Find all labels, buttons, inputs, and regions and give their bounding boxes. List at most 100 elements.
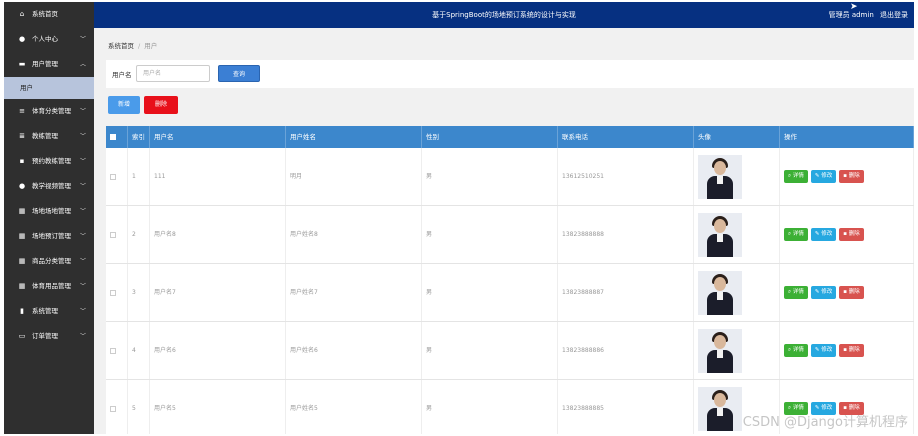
sidebar-item-label: 体育分类管理	[32, 107, 71, 115]
select-all-checkbox[interactable]	[110, 134, 116, 140]
sidebar-item-6[interactable]: ● 教学视频管理 ﹀	[4, 174, 94, 199]
search-bar: 用户名 用户名 查询	[106, 60, 914, 88]
home-icon: ⌂	[19, 10, 25, 18]
sidebar-item-label: 场地场地管理	[32, 207, 71, 215]
cell-operations: ⌕ 详情 ✎ 修改 ▪ 删除	[780, 322, 914, 379]
chevron-down-icon: ﹀	[79, 233, 86, 240]
sidebar-item-label: 教练管理	[32, 132, 58, 140]
row-checkbox[interactable]	[110, 347, 116, 354]
username-label: 用户名	[112, 71, 132, 79]
edit-button[interactable]: ✎ 修改	[810, 170, 837, 183]
chevron-down-icon: ﹀	[79, 133, 86, 140]
op-label: 详情	[792, 231, 804, 237]
sidebar-item-9[interactable]: ▦ 商品分类管理 ﹀	[4, 249, 94, 274]
op-label: 详情	[792, 289, 804, 295]
chart-icon: ▮	[20, 307, 24, 315]
person-icon: ●	[18, 182, 26, 190]
chevron-down-icon: ﹀	[79, 283, 86, 290]
cell-index: 4	[128, 322, 150, 379]
detail-button[interactable]: ⌕ 详情	[784, 344, 808, 357]
cell-username: 用户名7	[150, 264, 286, 321]
delete-button[interactable]: ▪ 删除	[839, 228, 864, 241]
avatar	[698, 329, 742, 373]
cell-username: 用户名6	[150, 322, 286, 379]
sidebar: ⌂ 系统首页 ● 个人中心 ﹀ ▬ 用户管理 ︿ 用户 ≡ 体育分类管理 ﹀ ≣ 教练管理 ﹀ ▪ 预约教练管理…	[4, 2, 94, 434]
row-checkbox[interactable]	[110, 405, 116, 412]
delete-button[interactable]: ▪ 删除	[839, 170, 864, 183]
delete-button[interactable]: ▪ 删除	[839, 344, 864, 357]
row-checkbox-cell[interactable]	[106, 322, 128, 379]
user-area: 管理员 admin 退出登录	[825, 2, 908, 28]
table-row: 2 用户名8 用户姓名8 男 13823888888 ⌕ 详情 ✎ 修改 ▪ 删除	[106, 206, 914, 264]
row-checkbox[interactable]	[110, 173, 116, 180]
cell-name: 用户姓名8	[286, 206, 422, 263]
sidebar-item-3[interactable]: ≡ 体育分类管理 ﹀	[4, 99, 94, 124]
op-label: 删除	[848, 231, 860, 237]
sidebar-item-label: 系统首页	[32, 10, 58, 18]
cell-index: 1	[128, 148, 150, 205]
cell-gender: 男	[422, 264, 558, 321]
cell-name: 用户姓名5	[286, 380, 422, 434]
cell-name: 用户姓名6	[286, 322, 422, 379]
sidebar-item-1[interactable]: ● 个人中心 ﹀	[4, 27, 94, 52]
column-header: 用户名	[150, 126, 286, 148]
row-checkbox-cell[interactable]	[106, 380, 128, 434]
edit-button[interactable]: ✎ 修改	[810, 286, 837, 299]
chat-icon: ▪	[19, 157, 25, 165]
edit-button[interactable]: ✎ 修改	[810, 228, 837, 241]
sidebar-item-label: 个人中心	[32, 35, 58, 43]
logout-link[interactable]: 退出登录	[880, 11, 908, 19]
detail-button[interactable]: ⌕ 详情	[784, 170, 808, 183]
row-checkbox-cell[interactable]	[106, 206, 128, 263]
row-checkbox-cell[interactable]	[106, 264, 128, 321]
mouse-cursor-icon: ➤	[850, 2, 858, 12]
sidebar-subitem-users[interactable]: 用户	[4, 77, 94, 99]
sidebar-item-7[interactable]: ▦ 场地场地管理 ﹀	[4, 199, 94, 224]
user-icon: ●	[18, 35, 26, 43]
top-bar: 基于SpringBoot的场地预订系统的设计与实现 管理员 admin 退出登录	[94, 2, 914, 28]
row-checkbox-cell[interactable]	[106, 148, 128, 205]
cell-avatar	[694, 206, 780, 263]
op-label: 删除	[848, 289, 860, 295]
search-button[interactable]: 查询	[218, 65, 260, 82]
select-all-checkbox-cell[interactable]	[106, 126, 128, 148]
cell-phone: 13823888886	[558, 322, 694, 379]
sidebar-item-label: 体育用品管理	[32, 282, 71, 290]
detail-button[interactable]: ⌕ 详情	[784, 286, 808, 299]
sidebar-item-label: 系统管理	[32, 307, 58, 315]
sidebar-item-label: 商品分类管理	[32, 257, 71, 265]
op-label: 详情	[792, 347, 804, 353]
op-label: 删除	[848, 173, 860, 179]
detail-button[interactable]: ⌕ 详情	[784, 228, 808, 241]
cell-operations: ⌕ 详情 ✎ 修改 ▪ 删除	[780, 206, 914, 263]
sidebar-item-11[interactable]: ▮ 系统管理 ﹀	[4, 299, 94, 324]
sidebar-item-4[interactable]: ≣ 教练管理 ﹀	[4, 124, 94, 149]
sidebar-item-8[interactable]: ▦ 场地预订管理 ﹀	[4, 224, 94, 249]
row-checkbox[interactable]	[110, 289, 116, 296]
delete-button[interactable]: ▪ 删除	[839, 286, 864, 299]
breadcrumb-separator: /	[138, 42, 141, 50]
batch-delete-button[interactable]: 删除	[144, 96, 178, 114]
id-card-icon: ▬	[18, 60, 26, 68]
table-row: 1 111 明月男 13612510251 ⌕ 详情 ✎ 修改 ▪ 删除	[106, 148, 914, 206]
sidebar-item-2[interactable]: ▬ 用户管理 ︿	[4, 52, 94, 77]
user-table: 索引 用户名 用户姓名 性别 联系电话 头像 操作 1 111 明月男 13612510251 ⌕ …	[106, 126, 914, 434]
row-checkbox[interactable]	[110, 231, 116, 238]
column-header: 联系电话	[558, 126, 694, 148]
cell-operations: ⌕ 详情 ✎ 修改 ▪ 删除	[780, 264, 914, 321]
sidebar-item-12[interactable]: ▭ 订单管理 ﹀	[4, 324, 94, 349]
cell-gender: 男	[422, 322, 558, 379]
chevron-down-icon: ﹀	[79, 158, 86, 165]
add-button[interactable]: 新增	[108, 96, 140, 114]
breadcrumb-home[interactable]: 系统首页	[108, 42, 134, 50]
main-content: 系统首页 / 用户 用户名 用户名 查询 新增 删除 索引 用户名 用户姓名 性别 联系电话…	[94, 28, 914, 434]
cell-avatar	[694, 322, 780, 379]
sidebar-item-0[interactable]: ⌂ 系统首页	[4, 2, 94, 27]
edit-button[interactable]: ✎ 修改	[810, 344, 837, 357]
username-search-input[interactable]: 用户名	[136, 65, 210, 82]
chevron-down-icon: ﹀	[79, 308, 86, 315]
sidebar-item-5[interactable]: ▪ 预约教练管理 ﹀	[4, 149, 94, 174]
cell-name: 用户姓名7	[286, 264, 422, 321]
sidebar-item-10[interactable]: ▦ 体育用品管理 ﹀	[4, 274, 94, 299]
system-title: 基于SpringBoot的场地预订系统的设计与实现	[432, 11, 576, 19]
